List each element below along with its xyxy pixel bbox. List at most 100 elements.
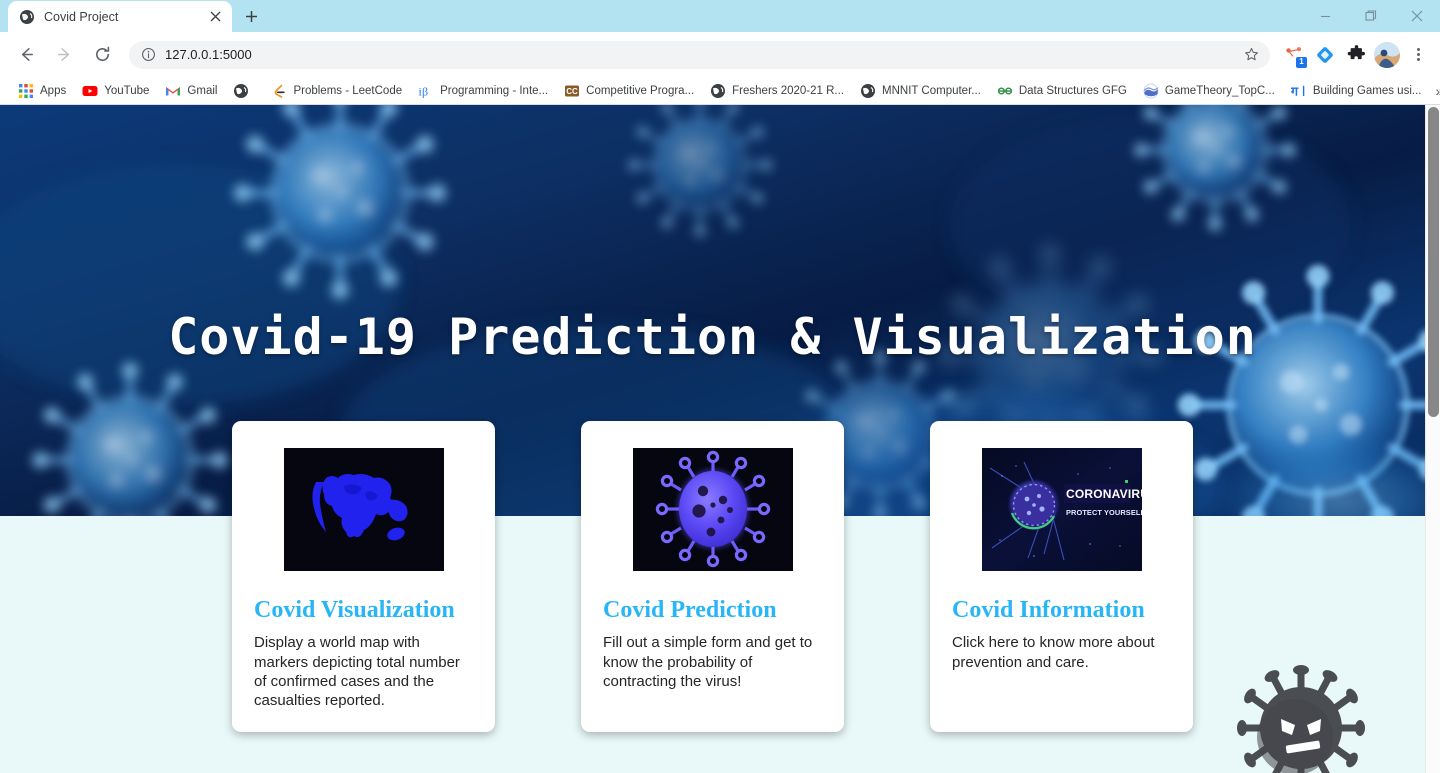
tab-close-button[interactable]: [207, 8, 224, 25]
covid-landing-page: Covid-19 Prediction & Visualization Covi…: [0, 105, 1425, 773]
browser-toolbar: 127.0.0.1:5000 1: [0, 32, 1440, 77]
address-bar-url: 127.0.0.1:5000: [165, 47, 252, 62]
globe-icon: [234, 83, 249, 98]
reload-icon: [95, 46, 109, 62]
svg-text:ग: ग: [1291, 83, 1299, 98]
scrollbar-thumb[interactable]: [1428, 107, 1439, 417]
card-covid-visualization[interactable]: Covid Visualization Display a world map …: [232, 421, 495, 733]
menu-dot: [1416, 48, 1420, 51]
bookmark-leetcode[interactable]: Problems - LeetCode: [263, 80, 410, 102]
plus-icon: [245, 10, 257, 22]
bookmark-gfg[interactable]: Data Structures GFG: [989, 80, 1135, 102]
card-title: Covid Information: [952, 597, 1145, 623]
window-close-button[interactable]: [1394, 0, 1440, 32]
gmail-icon: [166, 86, 181, 95]
bookmark-label: Building Games usi...: [1312, 84, 1422, 97]
avatar-icon: [1374, 41, 1400, 68]
bookmark-globe-unnamed[interactable]: [225, 80, 263, 102]
forward-arrow-icon: [57, 48, 69, 61]
card-covid-prediction[interactable]: Covid Prediction Fill out a simple form …: [581, 421, 844, 733]
new-tab-button[interactable]: [237, 2, 265, 30]
card-description: Display a world map with markers depicti…: [254, 634, 460, 709]
bookmark-label: Programming - Inte...: [440, 84, 549, 97]
svg-text:CC: CC: [566, 87, 578, 96]
diamond-icon: [1317, 46, 1333, 63]
back-button[interactable]: [11, 40, 41, 70]
bookmark-label: MNNIT Computer...: [882, 84, 981, 97]
banner-line-1: CORONAVIRUS: [1066, 487, 1142, 501]
card-title: Covid Prediction: [603, 597, 777, 623]
globe-icon: [20, 9, 34, 24]
profile-avatar-button[interactable]: [1373, 41, 1401, 69]
minimize-icon: [1320, 15, 1330, 17]
minimize-button[interactable]: [1302, 0, 1348, 32]
card-title: Covid Visualization: [254, 597, 455, 623]
bookmarks-overflow-button[interactable]: »: [1429, 84, 1440, 98]
browser-window: Covid Project 127.0.0.1:5000 1 Apps YouT…: [0, 0, 1440, 773]
blue-diamond-icon[interactable]: [1311, 41, 1339, 69]
bookmark-topcoder[interactable]: GameTheory_TopC...: [1135, 80, 1283, 102]
page-title: Covid-19 Prediction & Visualization: [168, 308, 1257, 366]
bookmark-label: Freshers 2020-21 R...: [732, 84, 845, 97]
bookmark-interviewbit[interactable]: i β Programming - Inte...: [410, 80, 556, 102]
bookmark-label: Problems - LeetCode: [293, 84, 403, 97]
virus-particle-image: [632, 448, 793, 571]
hindi-gl-icon: ग: [1291, 83, 1305, 98]
extension-badge-count: 1: [1296, 56, 1307, 68]
youtube-icon: [82, 85, 98, 96]
bookmark-star-button[interactable]: [1238, 42, 1264, 68]
puzzle-extensions-icon[interactable]: [1342, 41, 1370, 69]
avatar: [1374, 41, 1400, 68]
page-viewport: Covid-19 Prediction & Visualization Covi…: [0, 105, 1440, 773]
close-icon: [210, 11, 221, 22]
reload-button[interactable]: [87, 40, 117, 70]
feature-cards: Covid Visualization Display a world map …: [0, 421, 1425, 733]
menu-dot: [1416, 58, 1420, 61]
interviewbit-icon: i β: [419, 84, 429, 98]
star-icon: [1244, 47, 1258, 61]
close-icon: [1411, 10, 1423, 22]
card-covid-information[interactable]: CORONAVIRUS PROTECT YOURSELF & OTHERS Co…: [930, 421, 1193, 733]
bookmark-freshers[interactable]: Freshers 2020-21 R...: [702, 80, 852, 102]
bookmark-apps[interactable]: Apps: [10, 80, 74, 102]
info-circle-icon[interactable]: [141, 47, 156, 62]
bookmark-label: Gmail: [187, 84, 218, 97]
toolbar-extension-icons: 1: [1274, 41, 1432, 69]
page-scrollbar[interactable]: [1425, 105, 1440, 773]
svg-text:β: β: [422, 84, 428, 98]
bookmark-gmail[interactable]: Gmail: [157, 80, 225, 102]
card-description: Click here to know more about prevention…: [952, 634, 1155, 671]
three-dot-menu-icon[interactable]: [1404, 41, 1432, 69]
tab-title: Covid Project: [44, 9, 119, 24]
browser-tab[interactable]: Covid Project: [8, 1, 232, 32]
title-bar: Covid Project: [0, 0, 1440, 32]
bookmarks-bar: Apps YouTube Gmail Problems - LeetCode i…: [0, 77, 1440, 105]
bookmark-codechef[interactable]: CC Competitive Progra...: [556, 80, 702, 102]
globe-icon: [861, 83, 876, 98]
bookmark-label: Competitive Progra...: [586, 84, 695, 97]
bookmark-label: YouTube: [104, 84, 150, 97]
banner-line-2: PROTECT YOURSELF & OTHERS: [1066, 508, 1142, 517]
gfg-icon: [997, 86, 1012, 94]
topcoder-icon: [1143, 83, 1159, 98]
bookmark-mnnit[interactable]: MNNIT Computer...: [852, 80, 989, 102]
maximize-icon: [1365, 10, 1377, 21]
bookmark-label: Data Structures GFG: [1018, 84, 1127, 97]
coronavirus-banner-image: CORONAVIRUS PROTECT YOURSELF & OTHERS: [981, 448, 1142, 571]
back-arrow-icon: [21, 48, 33, 61]
bookmark-label: Apps: [40, 84, 67, 97]
cc-codechef-icon: CC: [565, 85, 580, 96]
forward-button[interactable]: [49, 40, 79, 70]
leetcode-icon: [275, 84, 286, 98]
apps-grid-icon: [19, 83, 33, 98]
bookmark-building-games[interactable]: ग Building Games usi...: [1283, 80, 1430, 102]
bookmark-label: GameTheory_TopC...: [1164, 84, 1275, 97]
menu-dot: [1416, 53, 1420, 56]
bookmark-youtube[interactable]: YouTube: [74, 80, 157, 102]
window-controls: [1302, 0, 1440, 32]
address-bar[interactable]: 127.0.0.1:5000: [129, 40, 1270, 69]
maximize-button[interactable]: [1348, 0, 1394, 32]
card-description: Fill out a simple form and get to know t…: [603, 634, 813, 690]
world-map-image: [283, 448, 444, 571]
extension-share-icon[interactable]: 1: [1280, 41, 1308, 69]
